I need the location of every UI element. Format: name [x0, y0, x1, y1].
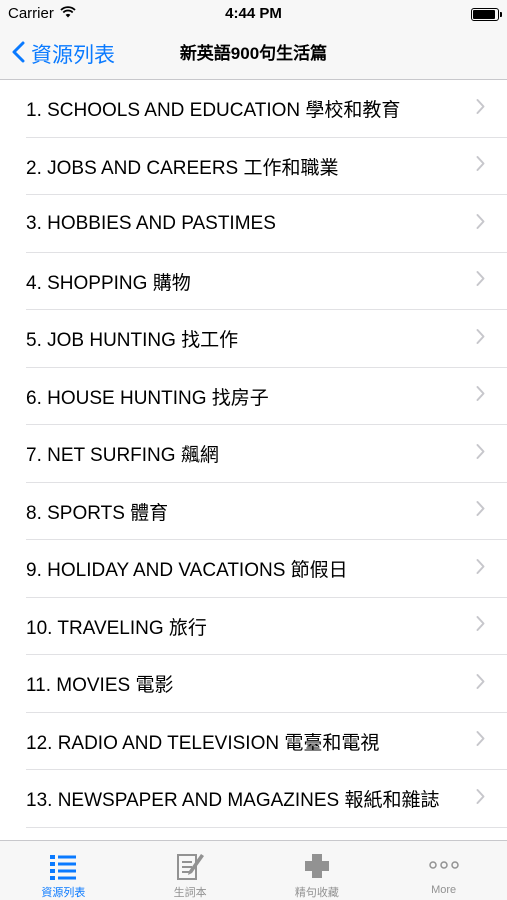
list-item-label: 11. MOVIES 電影 [26, 675, 174, 697]
tab-label: 生詞本 [173, 887, 207, 899]
tab-resource-list[interactable]: 資源列表 [0, 841, 127, 900]
topic-list: 1. SCHOOLS AND EDUCATION 學校和教育 2. JOBS A… [0, 80, 507, 840]
tab-label: 精句收藏 [294, 887, 339, 899]
chevron-right-icon [476, 558, 485, 579]
list-item-label: 13. NEWSPAPER AND MAGAZINES 報紙和雜誌 [26, 790, 440, 812]
list-item-label: 2. JOBS AND CAREERS 工作和職業 [26, 157, 339, 179]
list-item-label: 4. SHOPPING 購物 [26, 272, 191, 294]
list-item-label: 5. JOB HUNTING 找工作 [26, 330, 239, 352]
status-time: 4:44 PM [225, 5, 282, 22]
chevron-right-icon [476, 501, 485, 522]
tab-more[interactable]: More [380, 841, 507, 900]
chevron-right-icon [476, 271, 485, 292]
list-item[interactable]: 3. HOBBIES AND PASTIMES [0, 195, 507, 253]
list-item-label: 9. HOLIDAY AND VACATIONS 節假日 [26, 560, 348, 582]
chevron-right-icon [476, 386, 485, 407]
list-item[interactable]: 13. NEWSPAPER AND MAGAZINES 報紙和雜誌 [0, 770, 507, 828]
list-item[interactable]: 8. SPORTS 體育 [0, 483, 507, 541]
tab-label: 資源列表 [41, 887, 86, 899]
chevron-right-icon [476, 156, 485, 177]
more-dots-icon [428, 849, 460, 883]
list-item[interactable]: 4. SHOPPING 購物 [0, 253, 507, 311]
list-item-label: 8. SPORTS 體育 [26, 502, 169, 524]
list-item[interactable]: 7. NET SURFING 飆網 [0, 425, 507, 483]
notebook-pencil-icon [175, 849, 205, 883]
list-item[interactable]: 5. JOB HUNTING 找工作 [0, 310, 507, 368]
battery-level [473, 10, 495, 19]
list-item[interactable]: 12. RADIO AND TELEVISION 電臺和電視 [0, 713, 507, 771]
chevron-right-icon [476, 673, 485, 694]
list-item[interactable]: 10. TRAVELING 旅行 [0, 598, 507, 656]
plus-icon [302, 849, 332, 883]
list-item[interactable]: 2. JOBS AND CAREERS 工作和職業 [0, 138, 507, 196]
back-button[interactable]: 資源列表 [12, 28, 115, 80]
list-item-label: 7. NET SURFING 飆網 [26, 445, 219, 467]
list-item[interactable]: 9. HOLIDAY AND VACATIONS 節假日 [0, 540, 507, 598]
battery-icon [471, 8, 502, 21]
list-item-label: 3. HOBBIES AND PASTIMES [26, 212, 276, 234]
list-item-label: 1. SCHOOLS AND EDUCATION 學校和教育 [26, 100, 401, 122]
chevron-right-icon [476, 328, 485, 349]
chevron-right-icon [476, 443, 485, 464]
chevron-left-icon [12, 41, 25, 68]
list-item-label: 12. RADIO AND TELEVISION 電臺和電視 [26, 732, 380, 754]
chevron-right-icon [476, 731, 485, 752]
tab-vocabulary-book[interactable]: 生詞本 [127, 841, 254, 900]
list-item-label: 10. TRAVELING 旅行 [26, 617, 207, 639]
chevron-right-icon [476, 616, 485, 637]
back-button-label: 資源列表 [31, 44, 115, 67]
list-item-label: 6. HOUSE HUNTING 找房子 [26, 387, 269, 409]
status-bar: Carrier 4:44 PM [0, 0, 507, 28]
chevron-right-icon [476, 98, 485, 119]
navigation-bar: 資源列表 新英語900句生活篇 [0, 28, 507, 80]
list-icon [48, 849, 78, 883]
tab-bar: 資源列表 生詞本 精句收藏 More [0, 840, 507, 900]
chevron-right-icon [476, 213, 485, 234]
list-item[interactable]: 6. HOUSE HUNTING 找房子 [0, 368, 507, 426]
chevron-right-icon [476, 788, 485, 809]
tab-favorite-sentences[interactable]: 精句收藏 [254, 841, 381, 900]
list-item[interactable]: 1. SCHOOLS AND EDUCATION 學校和教育 [0, 80, 507, 138]
list-item[interactable]: 11. MOVIES 電影 [0, 655, 507, 713]
tab-label: More [431, 884, 457, 896]
